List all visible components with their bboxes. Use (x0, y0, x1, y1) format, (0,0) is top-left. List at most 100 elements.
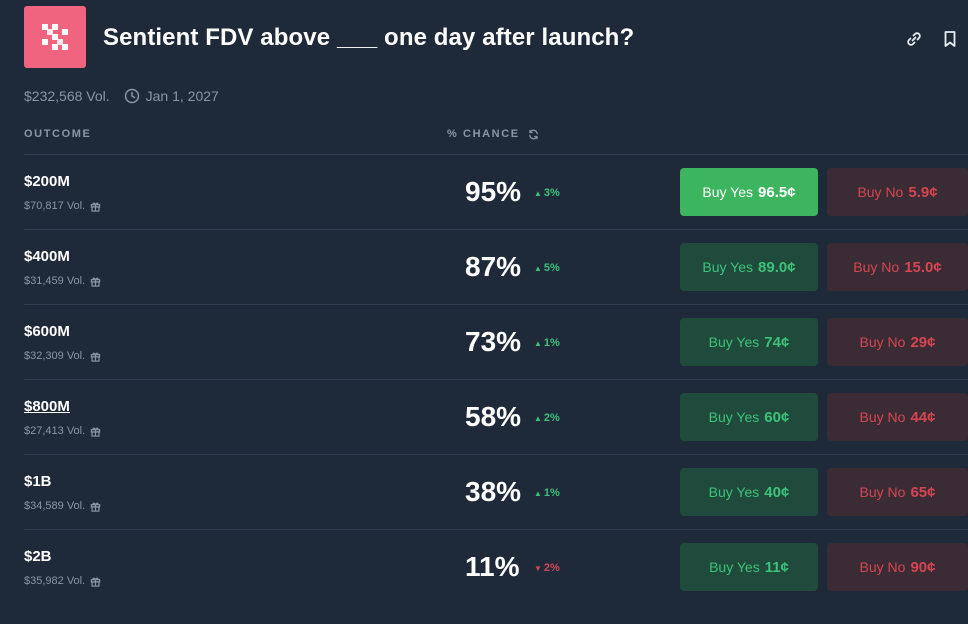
buy-no-button[interactable]: Buy No 15.0¢ (827, 243, 968, 291)
outcome-chance: 87% (465, 251, 522, 282)
outcome-chance: 95% (465, 176, 522, 207)
buy-no-price: 29¢ (910, 333, 936, 351)
market-title: Sentient FDV above ___ one day after lau… (103, 24, 635, 51)
buy-no-button[interactable]: Buy No 29¢ (827, 318, 968, 366)
triangle-up-icon: ▲ (534, 338, 542, 348)
chance-change: ▲ 1% (534, 337, 560, 349)
buy-yes-price: 74¢ (764, 333, 790, 351)
chance-column-label: % CHANCE (447, 128, 520, 140)
outcome-volume-text: $34,589 Vol. (24, 500, 86, 512)
outcome-volume: $32,309 Vol. (24, 350, 101, 362)
outcome-name[interactable]: $800M (24, 398, 70, 415)
gift-icon[interactable] (90, 426, 101, 437)
buy-yes-price: 96.5¢ (758, 183, 796, 201)
buy-yes-button[interactable]: Buy Yes 74¢ (680, 318, 818, 366)
buy-no-price: 90¢ (910, 558, 936, 576)
outcome-volume: $31,459 Vol. (24, 275, 101, 287)
triangle-up-icon: ▲ (534, 488, 542, 498)
buy-no-button[interactable]: Buy No 5.9¢ (827, 168, 968, 216)
gift-icon[interactable] (90, 351, 101, 362)
chance-change: ▲ 1% (534, 487, 560, 499)
chance-change-value: 1% (543, 337, 560, 349)
buy-no-button[interactable]: Buy No 65¢ (827, 468, 968, 516)
buy-yes-button[interactable]: Buy Yes 60¢ (680, 393, 818, 441)
outcome-name[interactable]: $2B (24, 548, 52, 565)
chance-change: ▲ 5% (534, 262, 560, 274)
triangle-up-icon: ▲ (534, 188, 542, 198)
outcome-chance: 73% (465, 326, 522, 357)
triangle-up-icon: ▲ (534, 263, 542, 273)
buy-yes-label: Buy Yes (709, 559, 760, 575)
buy-yes-label: Buy Yes (708, 484, 760, 500)
buy-no-label: Buy No (859, 559, 906, 575)
chance-change-value: 2% (543, 412, 560, 424)
chance-change-value: 3% (543, 187, 560, 199)
market-header: Sentient FDV above ___ one day after lau… (24, 6, 968, 70)
outcome-chance: 58% (465, 401, 522, 432)
outcome-row[interactable]: $1B $34,589 Vol. 38% ▲ 1% Buy Yes 40¢ Buy No 65¢ (24, 454, 968, 530)
triangle-down-icon: ▼ (534, 563, 542, 573)
sentient-logo-icon (24, 6, 86, 68)
outcome-row[interactable]: $800M $27,413 Vol. 58% ▲ 2% Buy Yes 60¢ Buy No 4… (24, 379, 968, 455)
buy-yes-label: Buy Yes (708, 334, 760, 350)
triangle-up-icon: ▲ (534, 413, 542, 423)
outcome-name[interactable]: $600M (24, 323, 70, 340)
buy-yes-button[interactable]: Buy Yes 11¢ (680, 543, 818, 591)
market-meta: $232,568 Vol. Jan 1, 2027 (24, 88, 219, 104)
gift-icon[interactable] (90, 501, 101, 512)
market-volume: $232,568 Vol. (24, 88, 110, 104)
buy-no-price: 15.0¢ (904, 258, 942, 276)
outcome-volume-text: $70,817 Vol. (24, 200, 86, 212)
buy-no-label: Buy No (853, 259, 900, 275)
bookmark-icon[interactable] (939, 28, 961, 50)
outcome-name[interactable]: $1B (24, 473, 52, 490)
chance-change: ▲ 3% (534, 187, 560, 199)
buy-no-price: 65¢ (910, 483, 936, 501)
chance-change: ▼ 2% (534, 562, 560, 574)
outcome-row[interactable]: $200M $70,817 Vol. 95% ▲ 3% Buy Yes 96.5¢ Buy N… (24, 154, 968, 230)
buy-yes-button[interactable]: Buy Yes 89.0¢ (680, 243, 818, 291)
outcome-volume-text: $32,309 Vol. (24, 350, 86, 362)
outcome-chance: 38% (465, 476, 522, 507)
market-end-date: Jan 1, 2027 (145, 88, 219, 104)
outcome-column-header: OUTCOME (24, 128, 92, 140)
gift-icon[interactable] (90, 201, 101, 212)
chance-change-value: 5% (543, 262, 560, 274)
outcome-row[interactable]: $2B $35,982 Vol. 11% ▼ 2% Buy Yes 11¢ Buy No 90¢ (24, 529, 968, 605)
buy-yes-label: Buy Yes (702, 259, 754, 275)
chance-change-value: 1% (543, 487, 560, 499)
outcome-chance: 11% (465, 551, 520, 582)
gift-icon[interactable] (90, 276, 101, 287)
clock-icon (124, 88, 140, 104)
buy-yes-button[interactable]: Buy Yes 40¢ (680, 468, 818, 516)
buy-no-label: Buy No (859, 334, 906, 350)
outcome-volume: $27,413 Vol. (24, 425, 101, 437)
buy-no-price: 5.9¢ (908, 183, 938, 201)
link-icon[interactable] (903, 28, 925, 50)
outcome-volume-text: $27,413 Vol. (24, 425, 86, 437)
buy-yes-price: 40¢ (764, 483, 790, 501)
gift-icon[interactable] (90, 576, 101, 587)
buy-yes-button[interactable]: Buy Yes 96.5¢ (680, 168, 818, 216)
buy-no-label: Buy No (859, 409, 906, 425)
chance-change: ▲ 2% (534, 412, 560, 424)
outcome-row[interactable]: $400M $31,459 Vol. 87% ▲ 5% Buy Yes 89.0¢ Buy N… (24, 229, 968, 305)
outcome-volume: $35,982 Vol. (24, 575, 101, 587)
outcome-volume-text: $31,459 Vol. (24, 275, 86, 287)
outcome-volume: $34,589 Vol. (24, 500, 101, 512)
buy-yes-price: 11¢ (764, 558, 789, 576)
buy-no-price: 44¢ (910, 408, 936, 426)
outcome-name[interactable]: $200M (24, 173, 70, 190)
outcome-volume-text: $35,982 Vol. (24, 575, 86, 587)
buy-no-button[interactable]: Buy No 44¢ (827, 393, 968, 441)
outcome-name[interactable]: $400M (24, 248, 70, 265)
buy-yes-label: Buy Yes (708, 409, 760, 425)
buy-no-label: Buy No (857, 184, 904, 200)
buy-no-button[interactable]: Buy No 90¢ (827, 543, 968, 591)
chance-column-header: % CHANCE (447, 128, 539, 140)
refresh-icon[interactable] (528, 129, 539, 140)
buy-yes-label: Buy Yes (702, 184, 754, 200)
buy-no-label: Buy No (859, 484, 906, 500)
buy-yes-price: 60¢ (764, 408, 790, 426)
outcome-row[interactable]: $600M $32,309 Vol. 73% ▲ 1% Buy Yes 74¢ Buy No 2… (24, 304, 968, 380)
